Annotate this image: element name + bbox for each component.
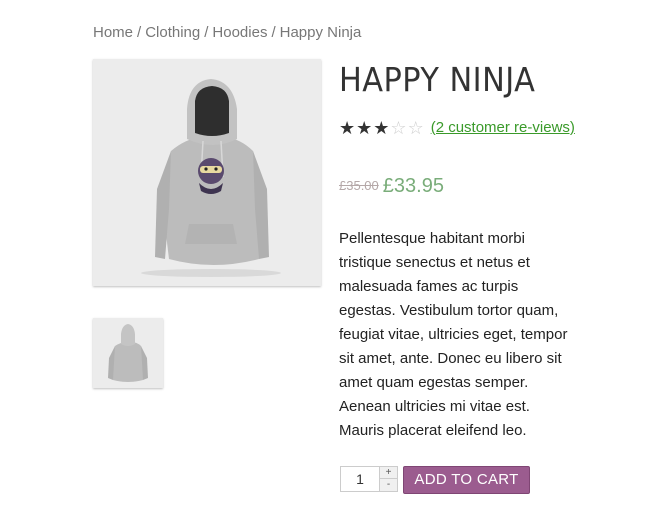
- star-filled-icon: ★: [339, 118, 357, 138]
- star-empty-icon: ☆: [390, 118, 408, 138]
- quantity-plus-button[interactable]: +: [379, 467, 397, 479]
- product-rating: ★★★☆☆ (2 customer re-views): [339, 112, 579, 144]
- product-main-image[interactable]: [93, 59, 321, 286]
- quantity-input[interactable]: 1: [341, 467, 379, 491]
- old-price: £35.00: [339, 178, 379, 193]
- product-title: HAPPY NINJA: [339, 60, 536, 99]
- product-thumbnail[interactable]: [93, 318, 163, 388]
- quantity-minus-button[interactable]: -: [379, 479, 397, 491]
- breadcrumb: Home / Clothing / Hoodies / Happy Ninja: [93, 24, 361, 41]
- star-filled-icon: ★: [373, 118, 391, 138]
- hoodie-thumbnail-image: [108, 324, 148, 382]
- sale-price: £33.95: [382, 175, 444, 197]
- breadcrumb-hoodies[interactable]: Hoodies: [212, 24, 267, 41]
- customer-reviews-link[interactable]: (2 customer re-views): [431, 119, 575, 136]
- product-price: £35.00 £33.95: [339, 175, 444, 198]
- star-filled-icon: ★: [356, 118, 374, 138]
- breadcrumb-home[interactable]: Home: [93, 24, 133, 41]
- breadcrumb-clothing[interactable]: Clothing: [145, 24, 200, 41]
- breadcrumb-current: Happy Ninja: [279, 24, 362, 41]
- add-to-cart-button[interactable]: ADD TO CART: [403, 466, 530, 494]
- hoodie-image: [141, 79, 281, 277]
- breadcrumb-separator: /: [271, 24, 276, 41]
- breadcrumb-separator: /: [204, 24, 209, 41]
- star-empty-icon: ☆: [407, 118, 425, 138]
- product-description: Pellentesque habitant morbi tristique se…: [339, 230, 568, 439]
- quantity-stepper[interactable]: 1 + -: [340, 466, 398, 492]
- breadcrumb-separator: /: [137, 24, 142, 41]
- star-rating: ★★★☆☆: [339, 112, 425, 144]
